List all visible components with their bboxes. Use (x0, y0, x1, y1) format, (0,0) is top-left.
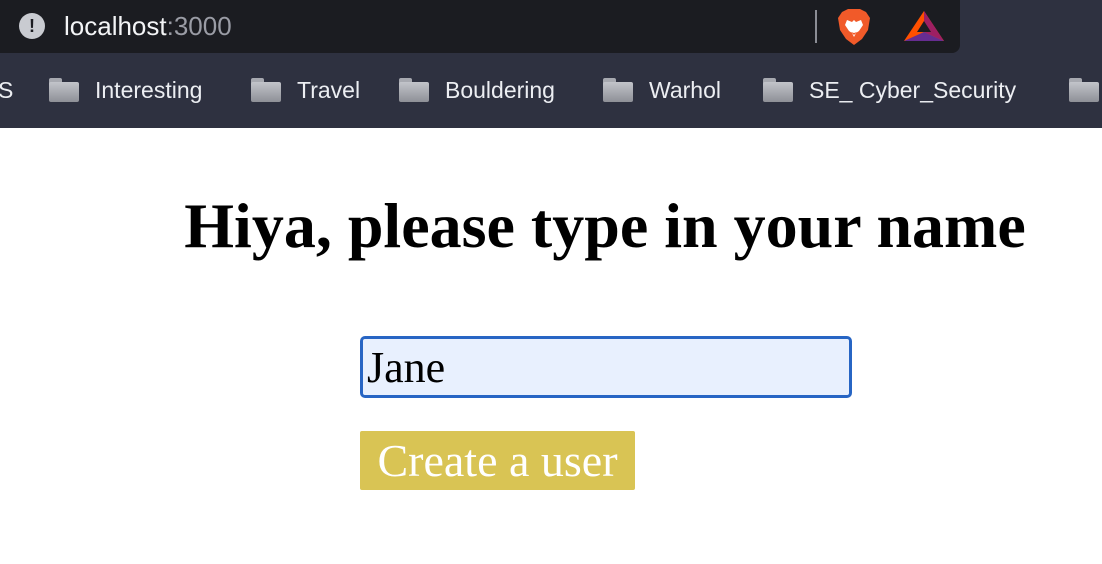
bookmark-label: Interesting (95, 77, 203, 103)
bookmark-overflow[interactable] (1069, 69, 1102, 111)
site-info-symbol: ! (29, 16, 35, 36)
folder-icon (251, 78, 281, 102)
bookmark-warhol[interactable]: Warhol (603, 69, 721, 111)
bookmark-travel[interactable]: Travel (251, 69, 360, 111)
site-info-icon[interactable]: ! (19, 13, 45, 39)
bookmark-bouldering[interactable]: Bouldering (399, 69, 555, 111)
bookmark-label: SE_ Cyber_Security (809, 77, 1017, 103)
bookmark-interesting[interactable]: Interesting (49, 69, 202, 111)
browser-chrome: ! localhost:3000 S Interesting Travel Bo… (0, 0, 1102, 128)
brave-lion-icon[interactable] (836, 8, 872, 46)
bookmark-label: Warhol (649, 77, 721, 103)
bookmarks-bar: S Interesting Travel Bouldering Warhol S… (0, 69, 1102, 111)
folder-icon (49, 78, 79, 102)
folder-icon (399, 78, 429, 102)
folder-icon (763, 78, 793, 102)
bat-rewards-icon[interactable] (903, 10, 945, 42)
address-divider (815, 10, 817, 43)
folder-icon (1069, 78, 1099, 102)
url-port: :3000 (166, 11, 232, 41)
url-host: localhost (64, 11, 167, 41)
create-user-button[interactable]: Create a user (360, 431, 635, 490)
bookmark-s[interactable]: S (0, 69, 13, 111)
url-text[interactable]: localhost:3000 (64, 10, 232, 42)
bookmark-label: S (0, 77, 14, 103)
bookmark-label: Travel (297, 77, 361, 103)
bookmark-label: Bouldering (445, 77, 555, 103)
bookmark-se-cyber-security[interactable]: SE_ Cyber_Security (763, 69, 1016, 111)
name-input[interactable] (360, 336, 852, 398)
page-title: Hiya, please type in your name (184, 190, 1026, 261)
address-bar[interactable]: ! localhost:3000 (0, 0, 960, 53)
folder-icon (603, 78, 633, 102)
